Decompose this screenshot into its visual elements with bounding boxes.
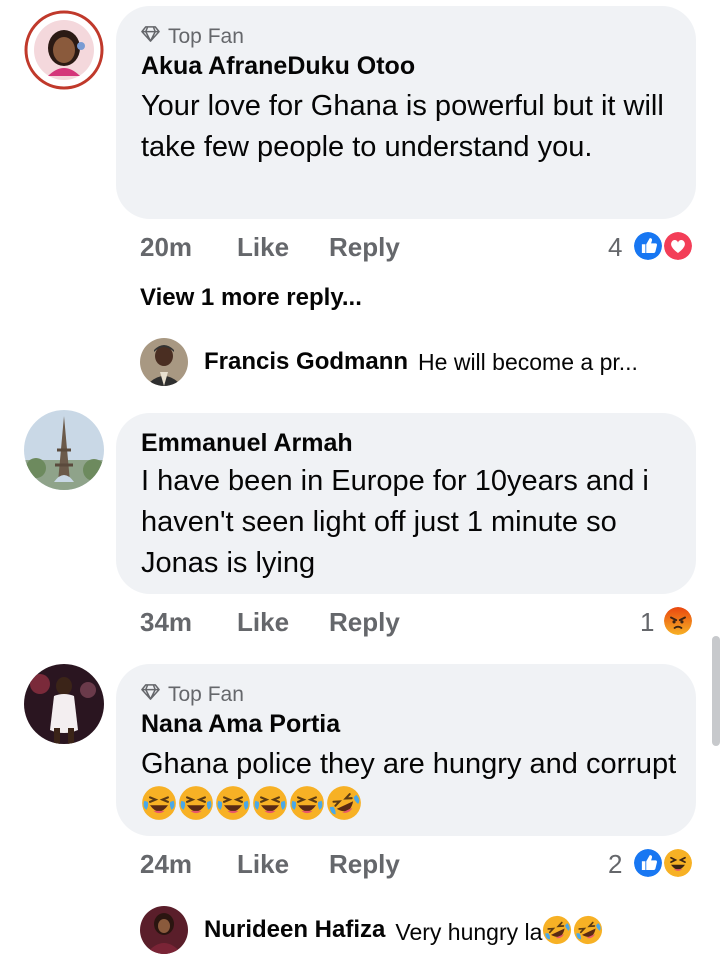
comment-timestamp[interactable]: 20m: [140, 232, 192, 263]
avatar[interactable]: [140, 906, 188, 954]
badge-label: Top Fan: [168, 682, 244, 706]
haha-reaction-icon: [662, 847, 694, 879]
like-button[interactable]: Like: [237, 232, 289, 263]
reaction-count[interactable]: 1: [640, 607, 654, 638]
reply-author[interactable]: Nurideen Hafiza: [204, 916, 385, 944]
comment-bubble: Emmanuel Armah I have been in Europe for…: [116, 413, 696, 594]
laughing-tears-emoji: [252, 785, 288, 821]
angry-reaction-icon: [662, 605, 694, 637]
like-reaction-icon: [632, 230, 664, 262]
avatar[interactable]: [24, 10, 104, 90]
scrollbar[interactable]: [712, 636, 720, 746]
like-button[interactable]: Like: [237, 849, 289, 880]
diamond-icon: [141, 24, 160, 49]
reply-text: He will become a pr...: [418, 348, 638, 375]
rolling-laughing-emoji: [542, 915, 572, 945]
laughing-tears-emoji: [289, 785, 325, 821]
like-reaction-icon: [632, 847, 664, 879]
reply-author[interactable]: Francis Godmann: [204, 348, 408, 376]
comment-bubble: Top Fan Nana Ama Portia Ghana police the…: [116, 664, 696, 836]
comment-timestamp[interactable]: 34m: [140, 607, 192, 638]
diamond-icon: [141, 682, 160, 707]
reply-button[interactable]: Reply: [329, 849, 400, 880]
reply-button[interactable]: Reply: [329, 607, 400, 638]
comment-author[interactable]: Emmanuel Armah: [141, 429, 353, 458]
comment-text-body: Ghana police they are hungry and corrupt: [141, 748, 677, 780]
rolling-laughing-emoji: [573, 915, 603, 945]
reply-preview[interactable]: Nurideen Hafiza Very hungry la: [140, 906, 604, 954]
rolling-laughing-emoji: [326, 785, 362, 821]
laughing-tears-emoji: [178, 785, 214, 821]
reply-text-body: Very hungry la: [395, 918, 543, 945]
reply-button[interactable]: Reply: [329, 232, 400, 263]
comment-text: Ghana police they are hungry and corrupt: [141, 744, 681, 826]
reply-text: Very hungry la: [395, 915, 604, 946]
avatar[interactable]: [24, 664, 104, 744]
avatar[interactable]: [24, 410, 104, 490]
top-fan-badge: Top Fan: [141, 24, 244, 49]
badge-label: Top Fan: [168, 24, 244, 48]
view-more-replies-link[interactable]: View 1 more reply...: [140, 284, 362, 312]
top-fan-badge: Top Fan: [141, 682, 244, 707]
avatar[interactable]: [140, 338, 188, 386]
comment-timestamp[interactable]: 24m: [140, 849, 192, 880]
comment-text: Your love for Ghana is powerful but it w…: [141, 90, 664, 163]
laughing-tears-emoji: [141, 785, 177, 821]
reaction-count[interactable]: 2: [608, 849, 622, 880]
comment-author[interactable]: Akua AfraneDuku Otoo: [141, 52, 415, 81]
like-button[interactable]: Like: [237, 607, 289, 638]
love-reaction-icon: [662, 230, 694, 262]
reply-preview[interactable]: Francis Godmann He will become a pr...: [140, 338, 638, 386]
comment-text: I have been in Europe for 10years and i …: [141, 465, 649, 579]
reaction-count[interactable]: 4: [608, 232, 622, 263]
comment-bubble: Top Fan Akua AfraneDuku Otoo Your love f…: [116, 6, 696, 219]
laughing-tears-emoji: [215, 785, 251, 821]
comment-author[interactable]: Nana Ama Portia: [141, 710, 340, 739]
